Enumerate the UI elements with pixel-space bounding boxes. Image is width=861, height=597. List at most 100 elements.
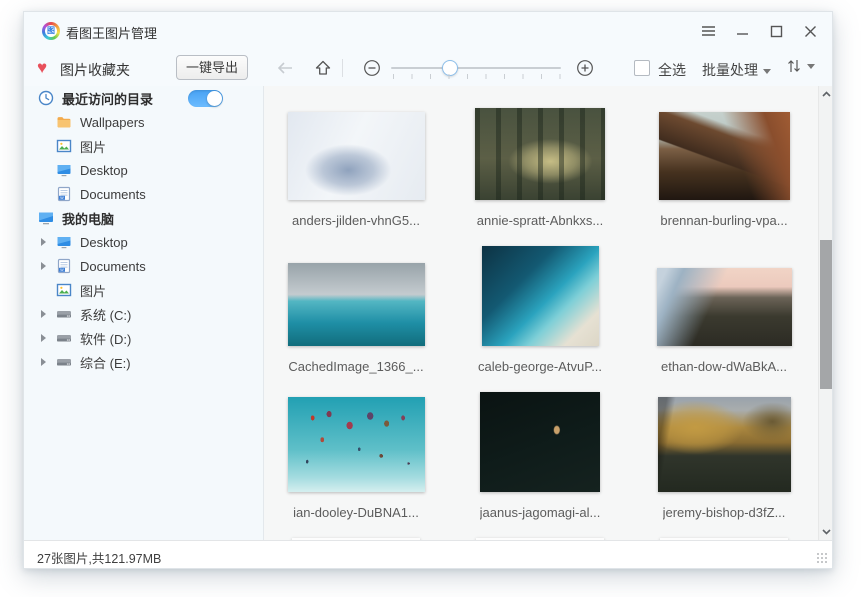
sidebar-computer-header[interactable]: 我的电脑 [24, 206, 263, 230]
monitor-icon [56, 234, 72, 250]
minimize-icon[interactable] [732, 21, 752, 41]
sidebar-item-label: Documents [80, 187, 146, 202]
image-filename: jaanus-jagomagi-al... [480, 505, 601, 520]
menu-icon[interactable] [698, 21, 718, 41]
drive-icon [56, 306, 72, 322]
scrollbar-thumb[interactable] [820, 240, 832, 389]
image-grid: anders-jilden-vhnG5... annie-spratt-Abnk… [264, 86, 832, 540]
image-filename: anders-jilden-vhnG5... [292, 213, 420, 228]
export-button[interactable]: 一键导出 [176, 55, 248, 80]
folder-icon [56, 114, 72, 130]
image-item[interactable]: brennan-burling-vpa... [632, 96, 816, 242]
thumbnail[interactable] [288, 397, 425, 492]
sidebar-item-desktop[interactable]: Desktop [24, 230, 263, 254]
thumbnail[interactable] [475, 108, 605, 200]
sidebar-item-drive-d[interactable]: 软件 (D:) [24, 326, 263, 350]
sidebar-recent-header[interactable]: 最近访问的目录 [24, 86, 263, 110]
sidebar-recent-label: 最近访问的目录 [62, 89, 153, 108]
sidebar-item-documents[interactable]: W Documents [24, 254, 263, 278]
sidebar-item-drive-c[interactable]: 系统 (C:) [24, 302, 263, 326]
image-filename: annie-spratt-Abnkxs... [477, 213, 603, 228]
image-item[interactable]: annie-spratt-Abnkxs... [448, 96, 632, 242]
sidebar-item-label: Desktop [80, 235, 128, 250]
image-item[interactable]: jaanus-jagomagi-al... [448, 388, 632, 534]
sidebar-item-label: 综合 (E:) [80, 353, 131, 372]
picture-icon [56, 138, 72, 154]
home-icon[interactable] [312, 57, 334, 79]
image-filename: ethan-dow-dWaBkA... [661, 359, 787, 374]
vertical-scrollbar[interactable] [818, 86, 832, 540]
expand-arrow-icon[interactable] [41, 262, 46, 270]
sort-icon [786, 57, 802, 75]
image-item[interactable]: caleb-george-AtvuP... [448, 242, 632, 388]
sidebar-item-label: 软件 (D:) [80, 329, 131, 348]
sidebar-computer-label: 我的电脑 [62, 209, 114, 228]
svg-text:W: W [60, 196, 64, 200]
resize-grip[interactable] [816, 552, 828, 564]
toolbar-separator [342, 59, 343, 77]
expand-arrow-icon[interactable] [41, 310, 46, 318]
sidebar-item-documents-recent[interactable]: W Documents [24, 182, 263, 206]
toolbar: ♥ 图片收藏夹 一键导出 全选 批量处理 [24, 50, 832, 86]
image-filename: brennan-burling-vpa... [660, 213, 787, 228]
thumbnail[interactable] [288, 263, 425, 346]
image-item[interactable]: ethan-dow-dWaBkA... [632, 242, 816, 388]
favorites-label[interactable]: 图片收藏夹 [60, 60, 130, 80]
sidebar-item-label: Wallpapers [80, 115, 145, 130]
document-icon: W [56, 258, 72, 274]
thumbnail[interactable] [288, 112, 425, 200]
chevron-down-icon [807, 64, 815, 69]
sidebar-item-wallpapers[interactable]: Wallpapers [24, 110, 263, 134]
monitor-icon [56, 162, 72, 178]
computer-icon [38, 210, 54, 226]
batch-process-label: 批量处理 [702, 62, 758, 78]
recent-toggle[interactable] [188, 90, 223, 107]
drive-icon [56, 354, 72, 370]
title-bar: 看图王图片管理 [24, 12, 832, 50]
thumbnail[interactable] [659, 112, 790, 200]
sidebar-item-label: Documents [80, 259, 146, 274]
sidebar-item-label: 系统 (C:) [80, 305, 131, 324]
app-logo-icon [42, 22, 60, 40]
sidebar-item-drive-e[interactable]: 综合 (E:) [24, 350, 263, 374]
window-controls [698, 12, 820, 50]
zoom-in-icon[interactable] [574, 57, 596, 79]
thumbnail[interactable] [482, 246, 599, 346]
expand-arrow-icon[interactable] [41, 358, 46, 366]
close-icon[interactable] [800, 21, 820, 41]
thumbnail[interactable] [658, 397, 791, 492]
clock-icon [38, 90, 54, 106]
image-item[interactable]: ian-dooley-DuBNA1... [264, 388, 448, 534]
expand-arrow-icon[interactable] [41, 334, 46, 342]
batch-process-dropdown[interactable]: 批量处理 [702, 60, 771, 80]
window-title: 看图王图片管理 [66, 23, 157, 42]
scroll-up-icon[interactable] [819, 86, 832, 102]
image-filename: ian-dooley-DuBNA1... [293, 505, 419, 520]
image-item[interactable]: CachedImage_1366_... [264, 242, 448, 388]
thumbnail[interactable] [480, 392, 600, 492]
image-item[interactable]: jeremy-bishop-d3fZ... [632, 388, 816, 534]
chevron-down-icon [763, 69, 771, 74]
thumbnail[interactable] [657, 268, 792, 346]
picture-icon [56, 282, 72, 298]
sidebar: 最近访问的目录 Wallpapers 图片 Desktop W Document… [24, 86, 263, 540]
maximize-icon[interactable] [766, 21, 786, 41]
zoom-out-icon[interactable] [361, 57, 383, 79]
sidebar-item-pictures-recent[interactable]: 图片 [24, 134, 263, 158]
image-filename: caleb-george-AtvuP... [478, 359, 602, 374]
expand-arrow-icon[interactable] [41, 238, 46, 246]
sidebar-item-pictures[interactable]: 图片 [24, 278, 263, 302]
image-filename: jeremy-bishop-d3fZ... [663, 505, 786, 520]
select-all-label[interactable]: 全选 [658, 60, 686, 80]
scroll-down-icon[interactable] [819, 524, 832, 540]
image-filename: CachedImage_1366_... [288, 359, 423, 374]
sidebar-item-desktop-recent[interactable]: Desktop [24, 158, 263, 182]
image-item[interactable]: anders-jilden-vhnG5... [264, 96, 448, 242]
app-window: 看图王图片管理 ♥ 图片收藏夹 一键导出 [23, 11, 833, 569]
select-all-checkbox[interactable] [634, 60, 650, 76]
zoom-slider[interactable] [391, 67, 561, 69]
back-icon[interactable] [274, 57, 296, 79]
sort-dropdown[interactable] [786, 57, 815, 75]
sidebar-item-label: 图片 [80, 281, 106, 300]
status-bar: 27张图片,共121.97MB [24, 540, 832, 568]
